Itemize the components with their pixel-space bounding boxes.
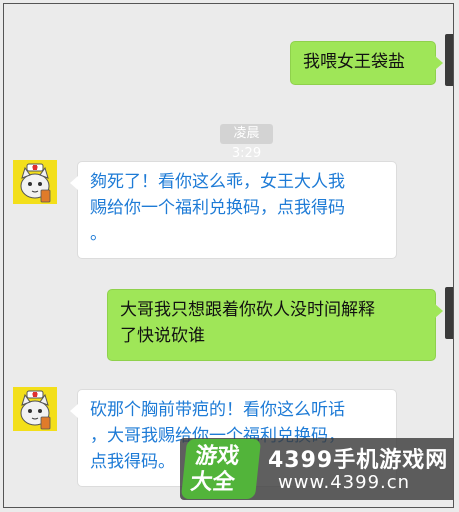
bubble-tail bbox=[70, 404, 78, 418]
logo-text-top: 游戏 bbox=[194, 444, 241, 469]
my-avatar[interactable] bbox=[445, 287, 453, 339]
my-avatar[interactable] bbox=[445, 34, 453, 86]
message-line: 了快说砍谁 bbox=[120, 326, 205, 346]
message-bubble-outgoing[interactable]: 我喂女王袋盐 bbox=[290, 41, 436, 85]
logo-text-bottom: 大全 bbox=[189, 470, 236, 495]
message-line: 赐给你一个福利兑换码，点我得码 bbox=[90, 198, 345, 218]
watermark-url: www.4399.cn bbox=[278, 472, 411, 493]
game-logo-icon: 游戏 大全 bbox=[180, 439, 262, 499]
message-line: 夠死了！看你这么乖，女王大人我 bbox=[90, 172, 345, 192]
chat-window: 我喂女王袋盐 凌晨3:29 夠死了！看你这么乖，女王大人我 赐给你一个福利兑换码… bbox=[3, 3, 454, 508]
message-line: 大哥我只想跟着你砍人没时间解释 bbox=[120, 300, 375, 320]
message-text: 我喂女王袋盐 bbox=[303, 52, 405, 72]
bubble-tail bbox=[70, 176, 78, 190]
message-bubble-incoming[interactable]: 夠死了！看你这么乖，女王大人我 赐给你一个福利兑换码，点我得码 。 bbox=[77, 161, 397, 259]
message-line: 。 bbox=[90, 224, 107, 244]
contact-avatar[interactable] bbox=[13, 387, 57, 431]
watermark-site-name: 4399手机游戏网 bbox=[268, 448, 449, 473]
bubble-tail bbox=[435, 56, 443, 70]
message-bubble-outgoing[interactable]: 大哥我只想跟着你砍人没时间解释 了快说砍谁 bbox=[107, 289, 436, 361]
message-line: 砍那个胸前带疤的！看你这么听话 bbox=[90, 400, 345, 420]
cat-nurse-avatar-icon bbox=[13, 387, 57, 431]
bubble-tail bbox=[435, 304, 443, 318]
timestamp: 凌晨3:29 bbox=[220, 124, 273, 161]
contact-avatar[interactable] bbox=[13, 160, 57, 204]
cat-nurse-avatar-icon bbox=[13, 160, 57, 204]
watermark-banner: 游戏 大全 4399手机游戏网 www.4399.cn bbox=[180, 438, 453, 500]
